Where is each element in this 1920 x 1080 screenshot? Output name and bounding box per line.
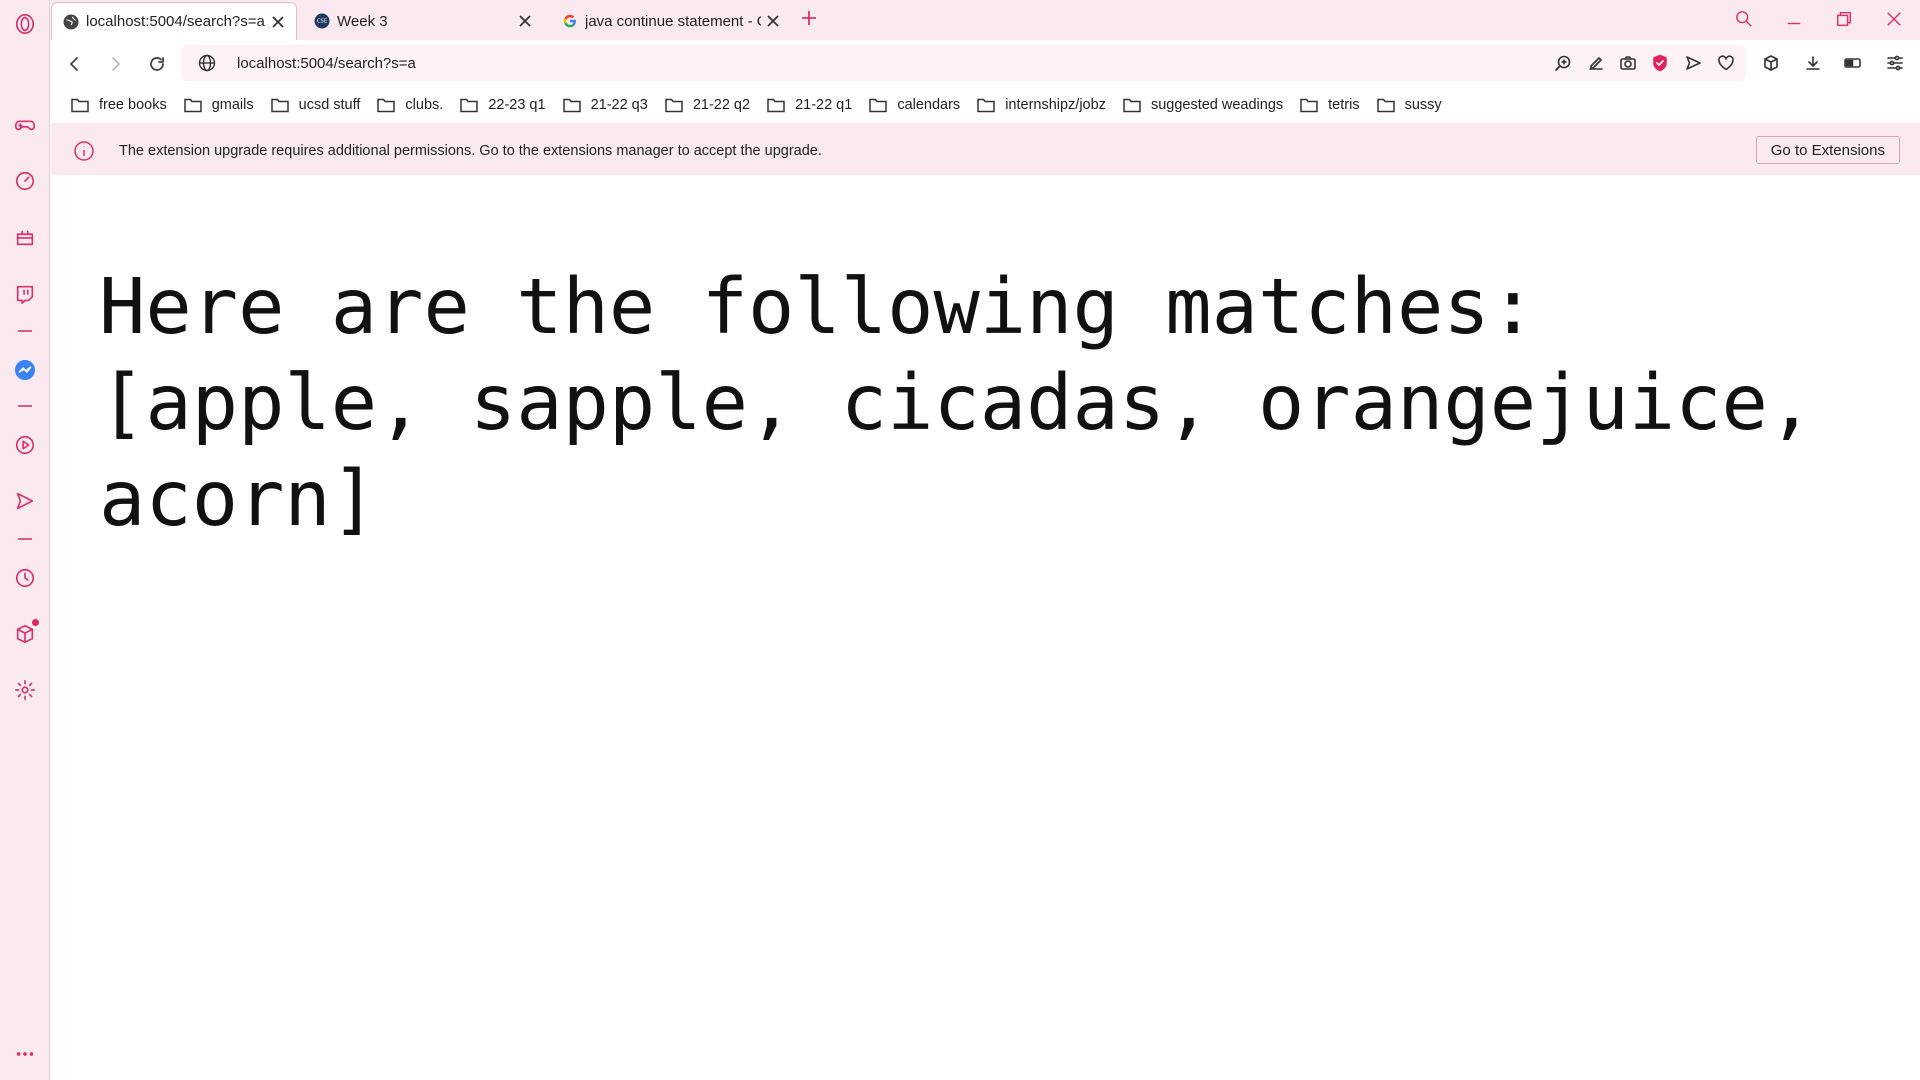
- back-button[interactable]: [61, 50, 89, 78]
- folder-icon: [1123, 98, 1141, 112]
- sidebar: [0, 0, 50, 1080]
- twitch-icon[interactable]: [13, 282, 37, 306]
- settings-icon[interactable]: [13, 678, 37, 702]
- notification-dot: [32, 619, 39, 626]
- sidebar-separator: [18, 538, 32, 540]
- info-icon: [74, 140, 94, 161]
- bookmark-folder[interactable]: clubs.: [377, 97, 443, 113]
- folder-icon: [977, 98, 995, 112]
- sidebar-separator: [18, 405, 32, 407]
- extensions-icon[interactable]: [13, 619, 39, 646]
- bookmarks-bar: free books gmails ucsd stuff clubs. 22-2…: [51, 86, 1920, 123]
- bookmark-folder[interactable]: internshipz/jobz: [977, 97, 1106, 113]
- globe-icon: [62, 13, 80, 31]
- history-icon[interactable]: [13, 566, 37, 590]
- folder-icon: [71, 98, 89, 112]
- close-window-button[interactable]: [1874, 4, 1914, 34]
- bookmark-folder[interactable]: 22-23 q1: [460, 97, 546, 113]
- bookmark-folder[interactable]: gmails: [183, 97, 254, 113]
- reload-button[interactable]: [143, 50, 171, 78]
- tab-close-button[interactable]: [268, 12, 288, 32]
- extensions-cube-icon[interactable]: [1760, 52, 1782, 74]
- send-icon[interactable]: [13, 489, 37, 513]
- bookmark-folder[interactable]: 21-22 q3: [562, 97, 648, 113]
- tab-week-3[interactable]: CSE Week 3: [303, 2, 543, 40]
- send-icon[interactable]: [1682, 52, 1704, 74]
- gamepad-icon[interactable]: [13, 113, 37, 137]
- browser-chrome: localhost:5004/search?s=a CSE Week 3 jav…: [51, 0, 1920, 175]
- folder-icon: [562, 98, 581, 112]
- folder-icon: [665, 98, 683, 112]
- folder-icon: [460, 98, 479, 112]
- opera-logo-icon[interactable]: [13, 12, 37, 36]
- restore-button[interactable]: [1824, 4, 1864, 34]
- browser-window: localhost:5004/search?s=a CSE Week 3 jav…: [0, 0, 1920, 1080]
- google-icon: [561, 12, 579, 30]
- bookmark-folder[interactable]: free books: [71, 97, 167, 113]
- cse-logo-icon: CSE: [313, 12, 331, 30]
- address-bar[interactable]: [181, 45, 1746, 81]
- bookmark-folder[interactable]: sussy: [1376, 97, 1442, 113]
- minimize-button[interactable]: [1774, 4, 1814, 34]
- bookmark-folder[interactable]: suggested weadings: [1123, 97, 1283, 113]
- search-results-text: Here are the following matches:[apple, s…: [99, 263, 1861, 544]
- site-info-icon[interactable]: [197, 53, 217, 73]
- folder-icon: [767, 98, 785, 112]
- tab-close-button[interactable]: [515, 11, 535, 31]
- bookmark-folder[interactable]: 21-22 q1: [767, 97, 852, 113]
- download-icon[interactable]: [1802, 52, 1824, 74]
- edit-icon[interactable]: [1585, 52, 1607, 74]
- bookmark-folder[interactable]: tetris: [1300, 97, 1360, 113]
- folder-icon: [1300, 98, 1318, 112]
- forward-button[interactable]: [101, 50, 129, 78]
- infobar-message: The extension upgrade requires additiona…: [119, 142, 822, 159]
- player-icon[interactable]: [13, 433, 37, 457]
- battery-icon[interactable]: [1842, 52, 1864, 74]
- address-row: [51, 40, 1920, 86]
- tab-close-button[interactable]: [763, 11, 783, 31]
- search-tabs-icon[interactable]: [1724, 4, 1764, 34]
- messenger-icon[interactable]: [13, 358, 37, 382]
- sidebar-separator: [18, 330, 32, 332]
- speed-dial-icon[interactable]: [13, 169, 37, 193]
- tab-localhost[interactable]: localhost:5004/search?s=a: [51, 2, 297, 40]
- gift-icon[interactable]: [13, 225, 37, 249]
- heart-icon[interactable]: [1715, 52, 1737, 74]
- more-icon[interactable]: [13, 1042, 37, 1066]
- extension-infobar: The extension upgrade requires additiona…: [51, 126, 1920, 175]
- easy-setup-icon[interactable]: [1884, 52, 1906, 74]
- bookmark-folder[interactable]: calendars: [869, 97, 960, 113]
- folder-icon: [183, 98, 202, 112]
- folder-icon: [1376, 98, 1395, 112]
- url-input[interactable]: [237, 54, 1037, 72]
- page-content: Here are the following matches:[apple, s…: [51, 175, 1920, 1080]
- bookmark-folder[interactable]: ucsd stuff: [270, 97, 360, 113]
- new-tab-button[interactable]: [799, 8, 823, 32]
- folder-icon: [377, 98, 396, 112]
- camera-icon[interactable]: [1617, 52, 1639, 74]
- tab-java-continue[interactable]: java continue statement - G: [551, 2, 791, 40]
- bookmark-folder[interactable]: 21-22 q2: [665, 97, 750, 113]
- zoom-icon[interactable]: [1552, 52, 1574, 74]
- tab-strip: localhost:5004/search?s=a CSE Week 3 jav…: [51, 0, 1920, 40]
- svg-text:CSE: CSE: [317, 19, 327, 25]
- folder-icon: [869, 98, 888, 112]
- ad-blocker-icon[interactable]: [1649, 52, 1671, 74]
- go-to-extensions-button[interactable]: Go to Extensions: [1755, 136, 1900, 164]
- folder-icon: [270, 98, 289, 112]
